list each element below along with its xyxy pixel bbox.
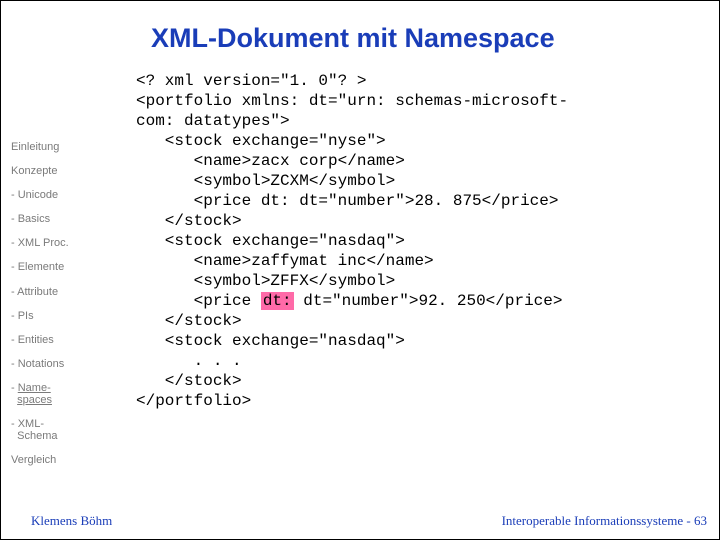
sidebar-item: - Attribute [11, 286, 101, 298]
sidebar-prefix: - [11, 382, 18, 394]
sidebar: Einleitung Konzepte - Unicode - Basics -… [11, 141, 101, 478]
highlight: dt: [261, 292, 294, 310]
sidebar-text: - XML- [11, 418, 44, 430]
sidebar-item: - Entities [11, 334, 101, 346]
slide: XML-Dokument mit Namespace Einleitung Ko… [0, 0, 720, 540]
code-line: <name>zacx corp</name> [136, 152, 405, 170]
code-line: <portfolio xmlns: dt="urn: schemas-micro… [136, 92, 568, 110]
sidebar-link[interactable]: spaces [17, 394, 52, 406]
code-line: </stock> [136, 312, 242, 330]
code-line: </stock> [136, 372, 242, 390]
page-title: XML-Dokument mit Namespace [151, 23, 555, 54]
sidebar-item: - Elemente [11, 261, 101, 273]
sidebar-item: Konzepte [11, 165, 101, 177]
code-line: </stock> [136, 212, 242, 230]
sidebar-item-active: - Name- spaces [11, 382, 101, 406]
code-line-part: <price [136, 292, 261, 310]
code-line-part: dt="number">92. 250</price> [294, 292, 563, 310]
code-line: . . . [136, 352, 242, 370]
footer-author: Klemens Böhm [31, 513, 112, 529]
code-line: <stock exchange="nasdaq"> [136, 332, 405, 350]
code-line: <price dt: dt="number">28. 875</price> [136, 192, 558, 210]
sidebar-item: - Notations [11, 358, 101, 370]
footer-page: Interoperable Informationssysteme - 63 [502, 513, 707, 529]
sidebar-item: - XML- Schema [11, 418, 101, 442]
code-line: <stock exchange="nyse"> [136, 132, 386, 150]
code-line: com: datatypes"> [136, 112, 290, 130]
code-line: <? xml version="1. 0"? > [136, 72, 366, 90]
code-line: <stock exchange="nasdaq"> [136, 232, 405, 250]
sidebar-item: - PIs [11, 310, 101, 322]
code-line: <name>zaffymat inc</name> [136, 252, 434, 270]
sidebar-item: Einleitung [11, 141, 101, 153]
code-line: </portfolio> [136, 392, 251, 410]
sidebar-text: Schema [17, 430, 57, 442]
sidebar-item: - Unicode [11, 189, 101, 201]
sidebar-link[interactable]: Name- [18, 382, 51, 394]
sidebar-item: - Basics [11, 213, 101, 225]
code-block: <? xml version="1. 0"? > <portfolio xmln… [136, 71, 568, 411]
sidebar-item: - XML Proc. [11, 237, 101, 249]
sidebar-item: Vergleich [11, 454, 101, 466]
code-line: <symbol>ZCXM</symbol> [136, 172, 395, 190]
code-line: <symbol>ZFFX</symbol> [136, 272, 395, 290]
